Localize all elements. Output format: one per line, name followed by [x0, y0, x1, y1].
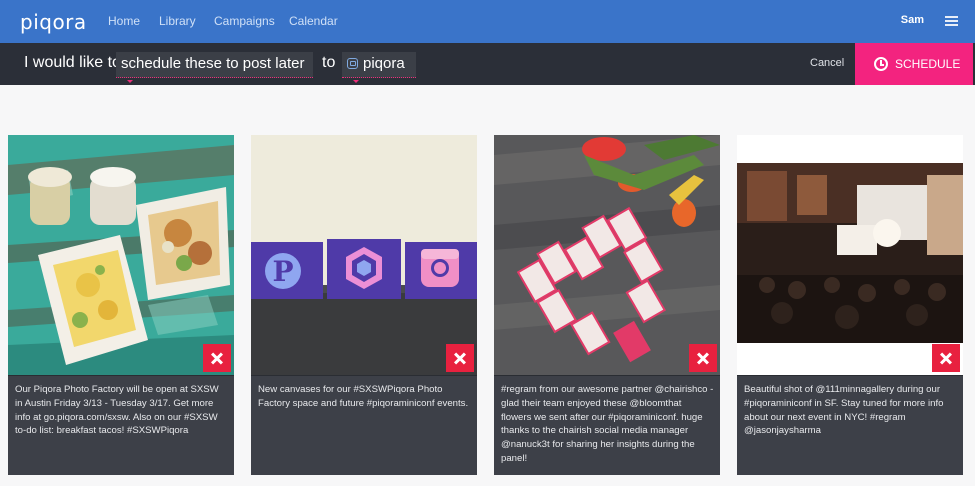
post-card[interactable]: Beautiful shot of @111minnagallery durin…: [737, 135, 963, 475]
post-caption: Our Piqora Photo Factory will be open at…: [8, 375, 234, 475]
destination-select[interactable]: piqora: [342, 52, 416, 83]
nav-link-calendar[interactable]: Calendar: [289, 14, 338, 28]
piqora-account-icon: [347, 58, 358, 69]
post-caption: #regram from our awesome partner @chairi…: [494, 375, 720, 475]
remove-post-button[interactable]: [446, 344, 474, 372]
schedule-button[interactable]: SCHEDULE: [855, 43, 973, 85]
schedule-action-bar: I would like to schedule these to post l…: [0, 43, 975, 85]
hamburger-menu-icon[interactable]: [945, 16, 958, 26]
top-nav-bar: piqora Home Library Campaigns Calendar S…: [0, 0, 975, 43]
action-prefix-text: I would like to: [24, 54, 121, 71]
post-image-canvases[interactable]: P: [251, 135, 477, 375]
post-card[interactable]: P New canvases for our #SXSWPiqora Photo…: [251, 135, 477, 475]
piqora-logo[interactable]: piqora: [20, 10, 87, 34]
schedule-button-label: SCHEDULE: [895, 57, 961, 71]
chevron-down-icon: [353, 79, 359, 83]
post-card[interactable]: Our Piqora Photo Factory will be open at…: [8, 135, 234, 475]
post-image-gallery-event[interactable]: [737, 135, 963, 375]
nav-link-library[interactable]: Library: [159, 14, 196, 28]
post-caption: Beautiful shot of @111minnagallery durin…: [737, 375, 963, 475]
post-image-tacos[interactable]: [8, 135, 234, 375]
post-caption: New canvases for our #SXSWPiqora Photo F…: [251, 375, 477, 475]
chevron-down-icon: [127, 79, 133, 83]
clock-icon: [874, 57, 888, 71]
svg-text:P: P: [272, 255, 293, 288]
post-card[interactable]: #regram from our awesome partner @chairi…: [494, 135, 720, 475]
action-select-value: schedule these to post later: [121, 55, 305, 72]
nav-link-home[interactable]: Home: [108, 14, 140, 28]
user-name[interactable]: Sam: [901, 14, 924, 26]
remove-post-button[interactable]: [932, 344, 960, 372]
destination-select-value: piqora: [363, 55, 405, 72]
action-connector-text: to: [322, 54, 336, 71]
cancel-button[interactable]: Cancel: [810, 57, 844, 69]
remove-post-button[interactable]: [203, 344, 231, 372]
post-image-heart[interactable]: [494, 135, 720, 375]
remove-post-button[interactable]: [689, 344, 717, 372]
nav-link-campaigns[interactable]: Campaigns: [214, 14, 275, 28]
action-select[interactable]: schedule these to post later: [116, 52, 313, 83]
